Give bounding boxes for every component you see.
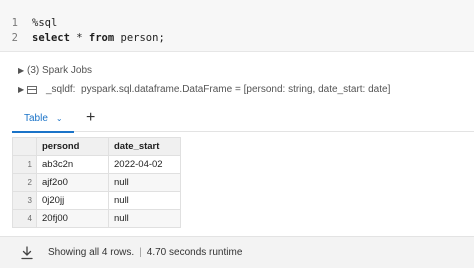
table-cell: ajf2o0: [36, 173, 109, 192]
table-cell: null: [108, 173, 181, 192]
result-tabs: Table ⌄ +: [12, 104, 474, 133]
table-row: 4 20fj00 null: [12, 209, 181, 228]
row-number: 2: [12, 173, 37, 192]
dataframe-icon: [27, 86, 37, 94]
dataframe-schema-toggle[interactable]: ▶ _sqldf: pyspark.sql.dataframe.DataFram…: [18, 83, 390, 97]
code-text: %sql: [32, 17, 58, 29]
tab-table[interactable]: Table ⌄: [12, 104, 74, 133]
column-header-date-start[interactable]: date_start: [108, 137, 181, 156]
code-editor[interactable]: 1 %sql 2 select * from person;: [0, 0, 474, 52]
add-tab-button[interactable]: +: [86, 108, 95, 128]
code-text: select * from person;: [32, 30, 165, 46]
table-cell: 0j20jj: [36, 191, 109, 210]
line-number: 2: [11, 32, 18, 44]
dataframe-name: _sqldf:: [46, 84, 76, 95]
column-header-persond[interactable]: persond: [36, 137, 109, 156]
chevron-right-icon: ▶: [18, 85, 25, 94]
chevron-down-icon[interactable]: ⌄: [56, 114, 63, 123]
download-icon[interactable]: [21, 246, 33, 260]
table-row: 1 ab3c2n 2022-04-02: [12, 155, 181, 174]
sql-star: *: [69, 32, 89, 44]
rows-count-text: Showing all 4 rows.: [48, 247, 135, 258]
footer-status: Showing all 4 rows. | 4.70 seconds runtime: [48, 247, 242, 258]
active-tab-indicator: [12, 131, 74, 133]
results-table: persond date_start 1 ab3c2n 2022-04-02 2…: [12, 137, 181, 228]
code-line: 1 %sql: [0, 15, 474, 31]
row-number: 3: [12, 191, 37, 210]
line-number: 1: [11, 17, 18, 29]
dataframe-type: pyspark.sql.dataframe.DataFrame = [perso…: [81, 84, 391, 95]
table-cell: null: [108, 209, 181, 228]
table-cell: ab3c2n: [36, 155, 109, 174]
results-footer: Showing all 4 rows. | 4.70 seconds runtime: [0, 236, 474, 268]
table-cell: 20fj00: [36, 209, 109, 228]
code-line: 2 select * from person;: [0, 30, 474, 46]
row-number-header: [12, 137, 37, 156]
sql-keyword-select: select: [32, 32, 70, 44]
footer-separator: |: [139, 247, 142, 258]
row-number: 1: [12, 155, 37, 174]
table-header-row: persond date_start: [12, 137, 181, 156]
sql-keyword-from: from: [88, 32, 115, 44]
chevron-right-icon: ▶: [18, 66, 25, 75]
spark-jobs-toggle[interactable]: ▶ (3) Spark Jobs: [18, 64, 92, 78]
table-row: 3 0j20jj null: [12, 191, 181, 210]
table-row: 2 ajf2o0 null: [12, 173, 181, 192]
spark-jobs-label: (3) Spark Jobs: [27, 65, 93, 76]
sql-table-name: person;: [114, 32, 165, 44]
tab-table-label: Table: [24, 112, 48, 124]
runtime-text: 4.70 seconds runtime: [146, 247, 243, 258]
row-number: 4: [12, 209, 37, 228]
table-cell: null: [108, 191, 181, 210]
table-cell: 2022-04-02: [108, 155, 181, 174]
